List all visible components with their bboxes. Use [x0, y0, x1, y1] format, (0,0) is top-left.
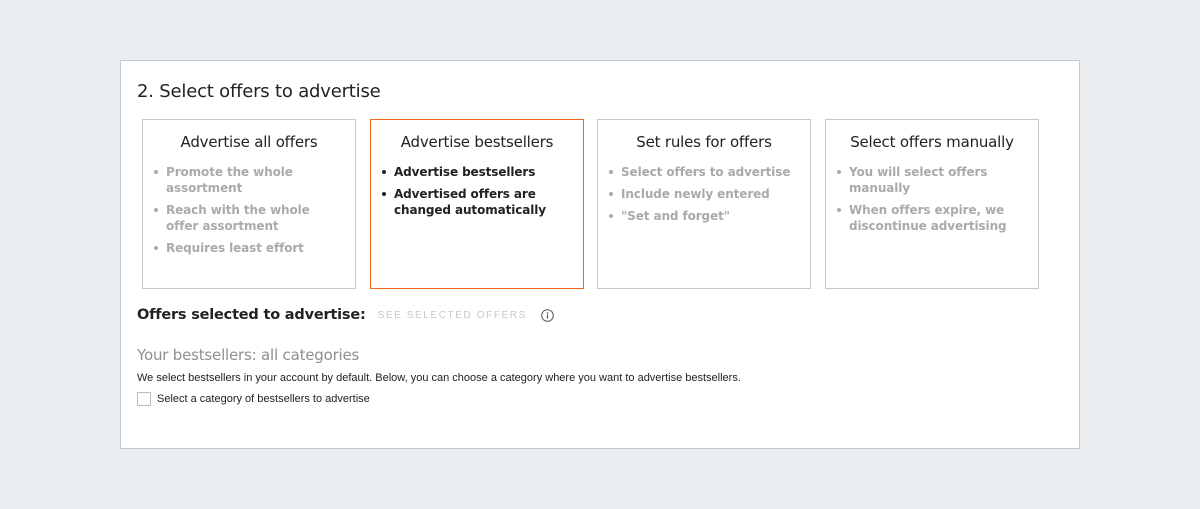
bestseller-category-checkbox-row[interactable]: Select a category of bestsellers to adve… [137, 392, 370, 406]
card-bullet-list: Promote the whole assortment Reach with … [143, 164, 355, 256]
section-title: 2. Select offers to advertise [137, 81, 381, 102]
card-bullet: Promote the whole assortment [154, 164, 345, 196]
card-bullet: Advertised offers are changed automatica… [382, 186, 573, 218]
card-advertise-bestsellers[interactable]: Advertise bestsellers Advertise bestsell… [370, 119, 584, 289]
card-bullet: Advertise bestsellers [382, 164, 573, 180]
card-bullet: "Set and forget" [609, 208, 800, 224]
offers-panel: 2. Select offers to advertise Advertise … [120, 60, 1080, 449]
card-bullet: You will select offers manually [837, 164, 1028, 196]
bestsellers-title: Your bestsellers: all categories [137, 346, 360, 364]
see-selected-offers-link[interactable]: SEE SELECTED OFFERS [378, 310, 527, 321]
info-circle-icon[interactable] [541, 308, 554, 322]
card-bullet: Select offers to advertise [609, 164, 800, 180]
card-bullet: Reach with the whole offer assortment [154, 202, 345, 234]
offers-selected-row: Offers selected to advertise: SEE SELECT… [137, 307, 554, 323]
bestseller-category-checkbox-label[interactable]: Select a category of bestsellers to adve… [157, 393, 370, 405]
card-title: Advertise bestsellers [400, 133, 554, 151]
card-title: Select offers manually [850, 133, 1014, 151]
card-bullet: When offers expire, we discontinue adver… [837, 202, 1028, 234]
card-title: Set rules for offers [636, 133, 772, 151]
card-select-offers-manually[interactable]: Select offers manually You will select o… [825, 119, 1039, 289]
bestseller-category-checkbox[interactable] [137, 392, 151, 406]
card-advertise-all-offers[interactable]: Advertise all offers Promote the whole a… [142, 119, 356, 289]
card-bullet-list: Select offers to advertise Include newly… [598, 164, 810, 224]
bestsellers-description: We select bestsellers in your account by… [137, 372, 741, 384]
card-bullet-list: You will select offers manually When off… [826, 164, 1038, 234]
card-title: Advertise all offers [180, 133, 318, 151]
card-bullet: Requires least effort [154, 240, 345, 256]
offers-selected-label: Offers selected to advertise: [137, 307, 366, 323]
card-bullet-list: Advertise bestsellers Advertised offers … [371, 164, 583, 218]
card-bullet: Include newly entered [609, 186, 800, 202]
card-set-rules-for-offers[interactable]: Set rules for offers Select offers to ad… [597, 119, 811, 289]
